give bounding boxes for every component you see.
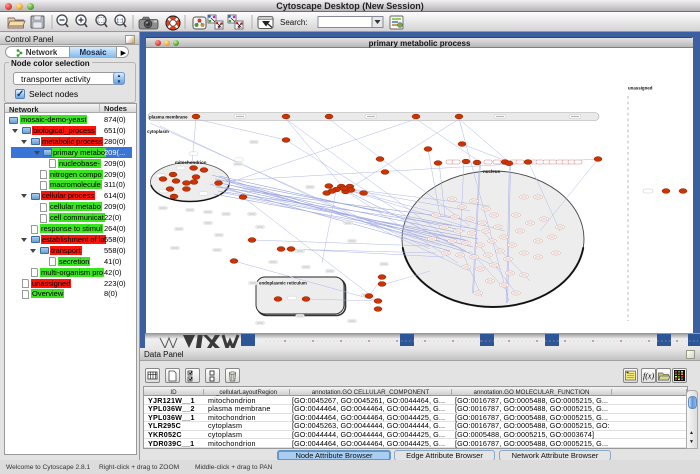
svg-text:cytoplasm: cytoplasm xyxy=(147,129,169,134)
svg-text:endoplasmic reticulum: endoplasmic reticulum xyxy=(259,281,307,286)
svg-text:unassigned: unassigned xyxy=(628,86,653,91)
svg-text:mitochondrion: mitochondrion xyxy=(175,160,207,165)
svg-text:f(x): f(x) xyxy=(643,372,654,381)
svg-text:1:1: 1:1 xyxy=(116,19,124,25)
svg-text:nucleus: nucleus xyxy=(483,169,501,174)
svg-text:plasma membrane: plasma membrane xyxy=(149,114,188,119)
svg-text:Search:: Search: xyxy=(280,18,308,27)
